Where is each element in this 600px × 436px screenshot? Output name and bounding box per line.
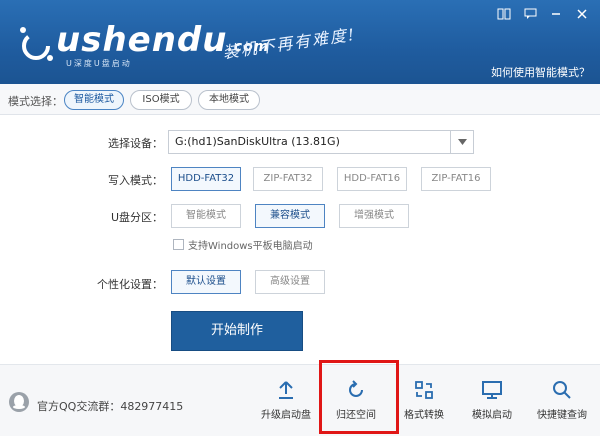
mode-iso-button[interactable]: ISO模式 xyxy=(130,90,192,110)
device-value: G:(hd1)SanDiskUltra (13.81G) xyxy=(175,135,340,148)
device-label: 选择设备： xyxy=(108,137,163,150)
mode-bar: 模式选择： 智能模式 ISO模式 本地模式 xyxy=(0,84,600,115)
format-convert-button[interactable]: 格式转换 xyxy=(394,379,454,423)
qq-group-text: 官方QQ交流群：482977415 xyxy=(37,400,184,413)
logo-icon xyxy=(20,27,53,61)
upload-icon xyxy=(279,381,293,399)
app-header: ushendu.com U深度U盘启动 装机不再有难度! 如何使用智能模式？ xyxy=(0,0,600,84)
simulate-boot-button[interactable]: 模拟启动 xyxy=(462,379,522,423)
shortcut-query-button[interactable]: 快捷键查询 xyxy=(532,379,592,423)
upgrade-boot-disk-button[interactable]: 升级启动盘 xyxy=(256,379,316,423)
book-icon[interactable] xyxy=(496,6,512,22)
partition-enhanced-button[interactable]: 增强模式 xyxy=(339,204,409,228)
partition-compatible-button[interactable]: 兼容模式 xyxy=(255,204,325,228)
format-convert-label: 格式转换 xyxy=(404,410,444,421)
mode-local-button[interactable]: 本地模式 xyxy=(198,90,260,110)
message-icon[interactable] xyxy=(522,6,538,22)
start-button[interactable]: 开始制作 xyxy=(171,311,303,351)
window-controls xyxy=(496,6,590,22)
chevron-down-icon[interactable] xyxy=(450,131,473,153)
logo: ushendu.com U深度U盘启动 xyxy=(12,14,268,70)
mode-smart-button[interactable]: 智能模式 xyxy=(64,90,124,110)
qq-icon xyxy=(9,392,29,412)
minimize-icon[interactable] xyxy=(548,6,564,22)
partition-smart-button[interactable]: 智能模式 xyxy=(171,204,241,228)
footer-toolbar: 官方QQ交流群：482977415 升级启动盘 归还空间 格式转换 模拟启动 快… xyxy=(0,364,600,436)
simulate-boot-label: 模拟启动 xyxy=(472,410,512,421)
write-zip-fat16-button[interactable]: ZIP-FAT16 xyxy=(421,167,491,191)
windows-tablet-checkbox[interactable] xyxy=(173,239,184,250)
mode-label: 模式选择： xyxy=(8,95,63,108)
device-select[interactable]: G:(hd1)SanDiskUltra (13.81G) xyxy=(168,130,474,154)
write-hdd-fat32-button[interactable]: HDD-FAT32 xyxy=(171,167,241,191)
search-icon xyxy=(553,381,571,399)
help-link[interactable]: 如何使用智能模式？ xyxy=(491,64,590,80)
windows-tablet-label: 支持Windows平板电脑启动 xyxy=(188,241,313,252)
upgrade-boot-disk-label: 升级启动盘 xyxy=(261,410,311,421)
write-hdd-fat16-button[interactable]: HDD-FAT16 xyxy=(337,167,407,191)
partition-label: U盘分区： xyxy=(110,211,163,224)
advanced-settings-button[interactable]: 高级设置 xyxy=(255,270,325,294)
shortcut-query-label: 快捷键查询 xyxy=(537,410,587,421)
convert-icon xyxy=(415,381,433,399)
highlight-box xyxy=(319,360,399,434)
personal-label: 个性化设置： xyxy=(97,278,163,291)
windows-tablet-option[interactable]: 支持Windows平板电脑启动 xyxy=(173,237,313,252)
write-mode-label: 写入模式： xyxy=(108,174,163,187)
logo-subtitle: U深度U盘启动 xyxy=(66,59,132,68)
write-zip-fat32-button[interactable]: ZIP-FAT32 xyxy=(253,167,323,191)
monitor-icon xyxy=(482,381,502,399)
default-settings-button[interactable]: 默认设置 xyxy=(171,270,241,294)
close-icon[interactable] xyxy=(574,6,590,22)
